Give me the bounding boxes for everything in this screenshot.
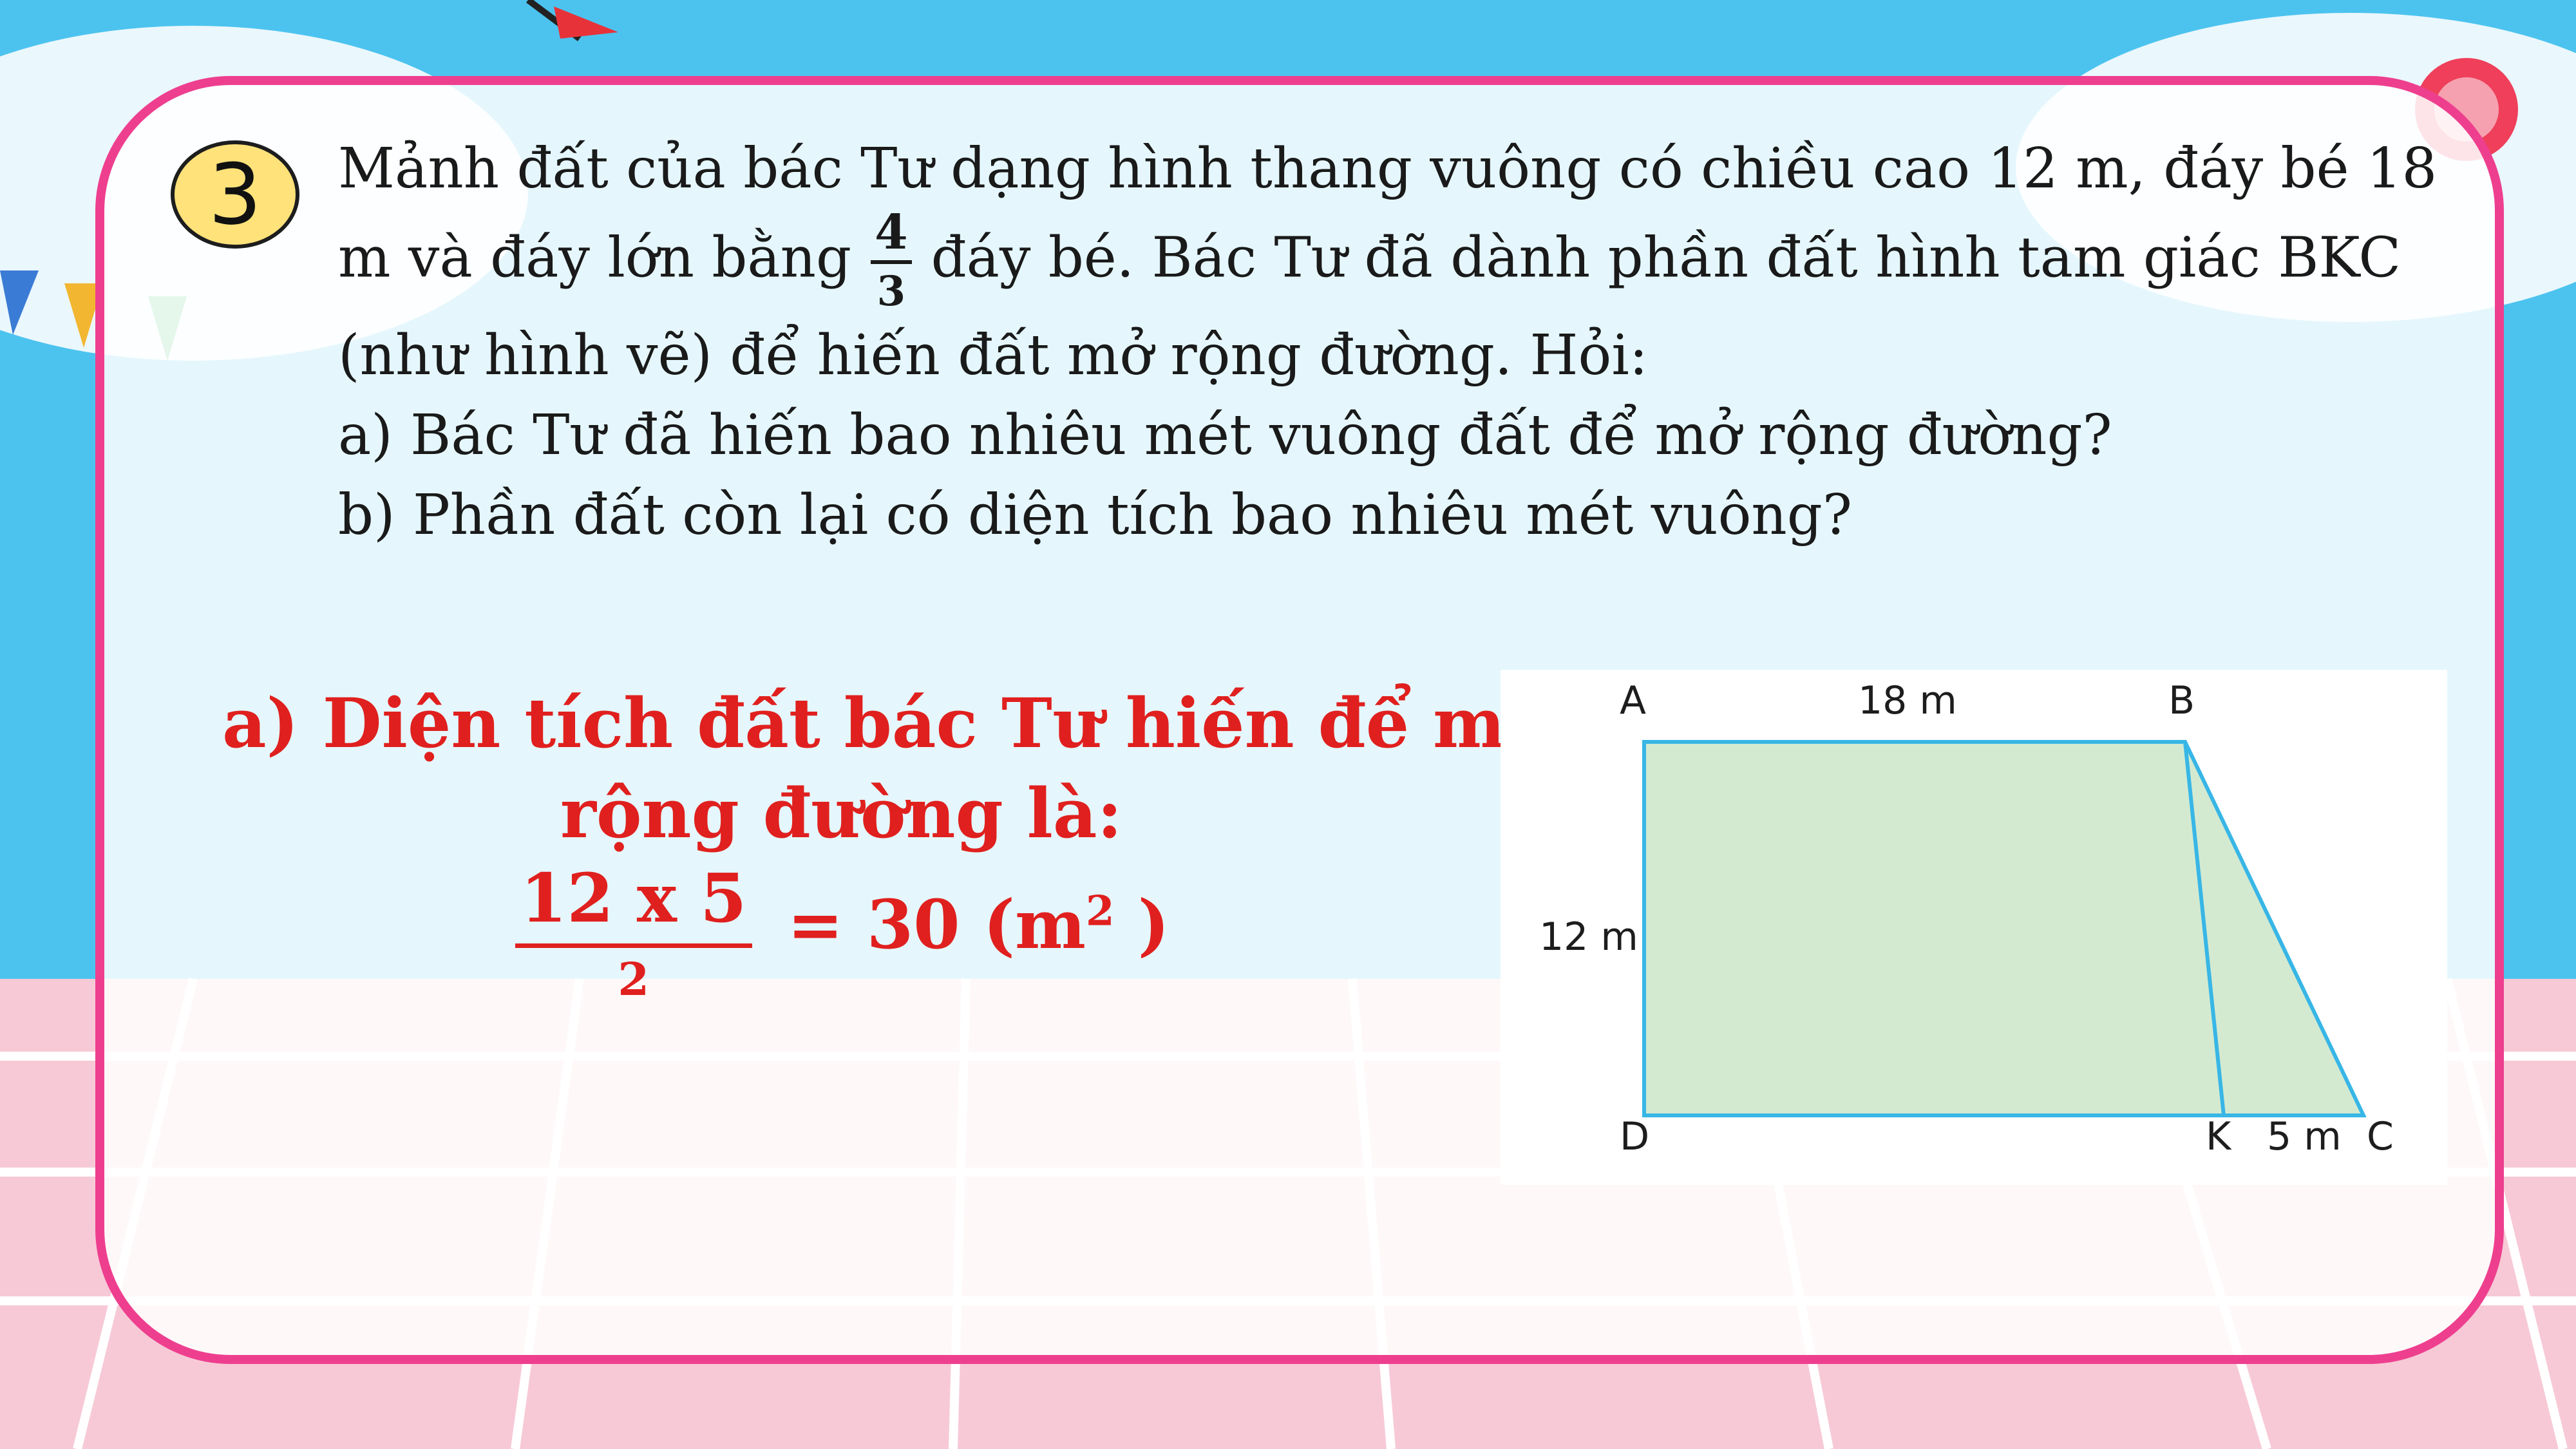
problem-question-b: b) Phần đất còn lại có diện tích bao nhi…: [338, 483, 1852, 547]
calculation-fraction: 12 x 5 2: [515, 860, 752, 1009]
problem-line-2-end: đáy bé. Bác Tư đã dành phần đất hình tam…: [931, 225, 2401, 290]
label-d: D: [1620, 1114, 1649, 1159]
fraction-numerator: 4: [871, 209, 912, 264]
problem-line-3: (như hình vẽ) để hiến đất mở rộng đường.…: [338, 323, 1648, 388]
calculation-denominator: 2: [618, 952, 650, 1006]
fraction-denominator: 3: [876, 267, 906, 316]
area-calculation: 12 x 5 2 = 30 (m2 ): [515, 860, 1170, 1009]
problem-question-a: a) Bác Tư đã hiến bao nhiêu mét vuông đấ…: [338, 403, 2112, 468]
label-c: C: [2367, 1114, 2394, 1159]
problem-line-2-start: m và đáy lớn bằng: [338, 225, 852, 290]
answer-heading-line-1: a) Diện tích đất bác Tư hiến để mở: [222, 683, 1551, 763]
result-value: = 30 (m: [787, 885, 1086, 964]
label-height-length: 12 m: [1539, 914, 1638, 960]
result-close: ): [1114, 885, 1170, 964]
label-a: A: [1620, 678, 1646, 723]
question-number: 3: [208, 146, 262, 243]
label-k: K: [2206, 1114, 2232, 1159]
calculation-numerator: 12 x 5: [515, 860, 752, 948]
problem-line-2: m và đáy lớn bằng 4 3 đáy bé. Bác Tư đã dàn…: [338, 209, 2431, 316]
trapezoid-figure: A 18 m B 12 m D K 5 m C: [1501, 670, 2447, 1185]
label-kc-length: 5 m: [2267, 1114, 2342, 1159]
label-top-length: 18 m: [1858, 678, 1957, 723]
calculation-result: = 30 (m2 ): [788, 885, 1170, 964]
result-exponent: 2: [1086, 887, 1115, 936]
fraction-four-thirds: 43: [871, 209, 912, 316]
label-b: B: [2168, 678, 2195, 723]
problem-line-1: Mảnh đất của bác Tư dạng hình thang vuôn…: [338, 137, 2438, 201]
question-number-badge: 3: [171, 140, 299, 249]
answer-heading-line-2: rộng đường là:: [560, 773, 1122, 853]
problem-text: Mảnh đất của bác Tư dạng hình thang vuôn…: [338, 129, 2438, 555]
